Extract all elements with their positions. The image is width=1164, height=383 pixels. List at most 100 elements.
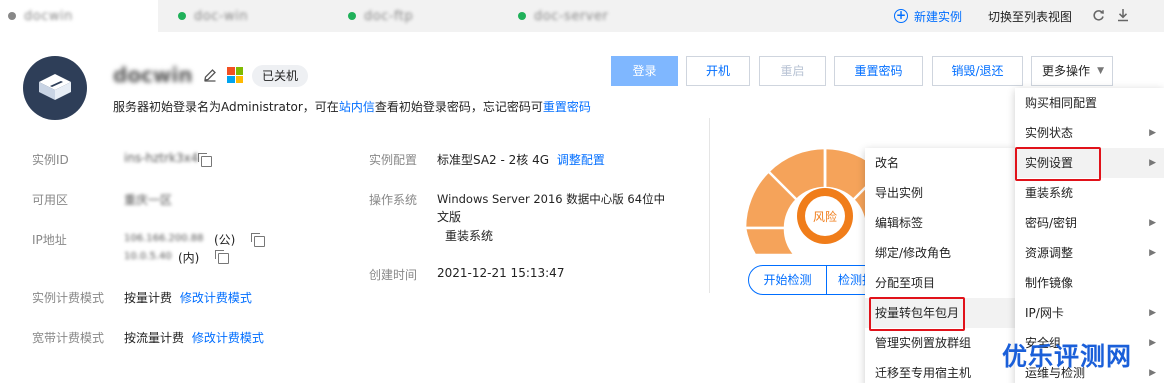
adjust-config-link[interactable]: 调整配置 — [557, 153, 605, 167]
tab-label: doc-win — [194, 8, 249, 24]
menu-item-rename[interactable]: 改名 — [865, 148, 1015, 178]
start-button[interactable]: 开机 — [686, 56, 750, 86]
chevron-right-icon: ▶ — [1149, 248, 1156, 258]
reset-password-link[interactable]: 重置密码 — [543, 100, 591, 114]
instance-avatar — [23, 56, 87, 120]
refresh-icon[interactable] — [1092, 9, 1105, 22]
menu-item-edit-tags[interactable]: 编辑标签 — [865, 208, 1015, 238]
menu-item-reinstall[interactable]: 重装系统 — [1015, 178, 1164, 208]
more-actions-button[interactable]: 更多操作 ▼ — [1031, 56, 1113, 86]
instance-id-label: 实例ID — [32, 153, 69, 167]
tab-doc-ftp[interactable]: doc-ftp — [348, 0, 413, 32]
tab-doc-win[interactable]: doc-win — [178, 0, 248, 32]
reinstall-os-link[interactable]: 重装系统 — [445, 227, 493, 244]
tab-doc-server[interactable]: doc-server — [518, 0, 608, 32]
billing-mode-value: 按量计费 — [124, 291, 173, 305]
login-tip-text-2: 查看初始登录密码，忘记密码可 — [374, 100, 543, 114]
download-icon[interactable] — [1117, 8, 1129, 22]
menu-item-placement-group[interactable]: 管理实例置放群组 — [865, 328, 1015, 358]
public-ip: 106.166.200.88 (公) — [124, 231, 235, 248]
config: 标准型SA2 - 2核 4G 调整配置 — [437, 151, 605, 168]
menu-item-ip-nic[interactable]: IP/网卡 ▶ — [1015, 298, 1164, 328]
chevron-right-icon: ▶ — [1149, 338, 1156, 348]
menu-item-export-instance[interactable]: 导出实例 — [865, 178, 1015, 208]
menu-label: 重装系统 — [1025, 186, 1074, 200]
menu-item-create-image[interactable]: 制作镜像 — [1015, 268, 1164, 298]
restart-button[interactable]: 重启 — [759, 56, 826, 86]
menu-label: 购买相同配置 — [1025, 96, 1098, 110]
new-instance-button[interactable]: + 新建实例 — [894, 0, 962, 32]
zone-label: 可用区 — [32, 193, 69, 207]
watermark: 优乐评测网 — [1002, 342, 1133, 371]
bandwidth-mode-value: 按流量计费 — [124, 331, 185, 345]
risk-label: 风险 — [812, 210, 837, 224]
menu-item-assign-project[interactable]: 分配至项目 — [865, 268, 1015, 298]
chevron-right-icon: ▶ — [1149, 308, 1156, 318]
instance-settings-submenu: 改名 导出实例 编辑标签 绑定/修改角色 分配至项目 按量转包年包月 管理实例置… — [865, 148, 1015, 383]
reset-password-button[interactable]: 重置密码 — [834, 56, 923, 86]
public-ip-value: 106.166.200.88 — [124, 233, 204, 244]
edit-icon[interactable] — [203, 68, 217, 82]
chevron-right-icon: ▶ — [1149, 368, 1156, 378]
menu-label: IP/网卡 — [1025, 306, 1064, 320]
ip-label: IP地址 — [32, 233, 67, 247]
tab-label: doc-ftp — [364, 8, 414, 24]
os-value-line2: 文版 — [437, 210, 462, 224]
switch-list-view-button[interactable]: 切换至列表视图 — [988, 0, 1072, 32]
tab-docwin[interactable]: docwin — [0, 0, 158, 32]
status-badge: 已关机 — [252, 65, 309, 87]
menu-item-instance-status[interactable]: 实例状态 ▶ — [1015, 118, 1164, 148]
chevron-right-icon: ▶ — [1149, 128, 1156, 138]
chevron-right-icon: ▶ — [1149, 158, 1156, 168]
bandwidth-mode-label: 宽带计费模式 — [32, 331, 105, 345]
menu-item-buy-same[interactable]: 购买相同配置 — [1015, 88, 1164, 118]
instance-name: docwin — [113, 63, 193, 87]
private-ip: 10.0.5.40 (内) — [124, 249, 199, 266]
windows-icon — [227, 67, 243, 83]
menu-item-bind-role[interactable]: 绑定/修改角色 — [865, 238, 1015, 268]
status-dot-icon — [8, 12, 16, 20]
menu-item-resource-adjust[interactable]: 资源调整 ▶ — [1015, 238, 1164, 268]
menu-label: 密码/密钥 — [1025, 216, 1078, 230]
billing-mode-label: 实例计费模式 — [32, 291, 105, 305]
config-value: 标准型SA2 - 2核 4G — [437, 153, 550, 167]
copy-icon[interactable] — [215, 250, 229, 264]
modify-bandwidth-billing-link[interactable]: 修改计费模式 — [192, 331, 264, 345]
menu-label: 资源调整 — [1025, 246, 1074, 260]
status-dot-icon — [348, 12, 356, 20]
new-instance-label: 新建实例 — [914, 9, 963, 24]
more-actions-label: 更多操作 — [1042, 64, 1091, 78]
menu-label: 实例状态 — [1025, 126, 1074, 140]
destroy-return-button[interactable]: 销毁/退还 — [932, 56, 1023, 86]
private-ip-value: 10.0.5.40 — [124, 251, 172, 262]
plus-circle-icon: + — [894, 8, 908, 23]
modify-billing-link[interactable]: 修改计费模式 — [180, 291, 252, 305]
created-time-value: 2021-12-21 15:13:47 — [437, 266, 565, 280]
status-dot-icon — [518, 12, 526, 20]
zone-value: 重庆一区 — [124, 193, 173, 207]
highlight-box-instance-settings — [1015, 147, 1101, 181]
copy-icon[interactable] — [198, 153, 212, 167]
login-button[interactable]: 登录 — [611, 56, 678, 86]
bandwidth-mode: 按流量计费 修改计费模式 — [124, 329, 264, 346]
tab-label: docwin — [24, 8, 73, 24]
billing-mode: 按量计费 修改计费模式 — [124, 289, 252, 306]
menu-item-migrate-dedicated-host[interactable]: 迁移至专用宿主机 — [865, 358, 1015, 383]
private-ip-tag: (内) — [178, 251, 200, 265]
instance-tabbar: docwin doc-win doc-ftp doc-server + 新建实例… — [0, 0, 1164, 32]
menu-item-password-key[interactable]: 密码/密钥 ▶ — [1015, 208, 1164, 238]
tab-label: doc-server — [534, 8, 609, 24]
created-time-label: 创建时间 — [369, 268, 418, 282]
config-label: 实例配置 — [369, 153, 418, 167]
login-tip: 服务器初始登录名为Administrator，可在站内信查看初始登录密码，忘记密… — [113, 98, 591, 115]
switch-list-view-label: 切换至列表视图 — [988, 9, 1073, 24]
start-check-button[interactable]: 开始检测 — [748, 265, 827, 295]
highlight-box-convert-monthly — [869, 297, 965, 331]
login-tip-text: 服务器初始登录名为Administrator，可在 — [113, 100, 339, 114]
os-value: Windows Server 2016 数据中心版 64位中 — [437, 192, 666, 206]
chevron-right-icon: ▶ — [1149, 218, 1156, 228]
copy-icon[interactable] — [251, 233, 265, 247]
status-dot-icon — [178, 12, 186, 20]
public-ip-tag: (公) — [214, 233, 236, 247]
site-message-link[interactable]: 站内信 — [339, 100, 375, 114]
